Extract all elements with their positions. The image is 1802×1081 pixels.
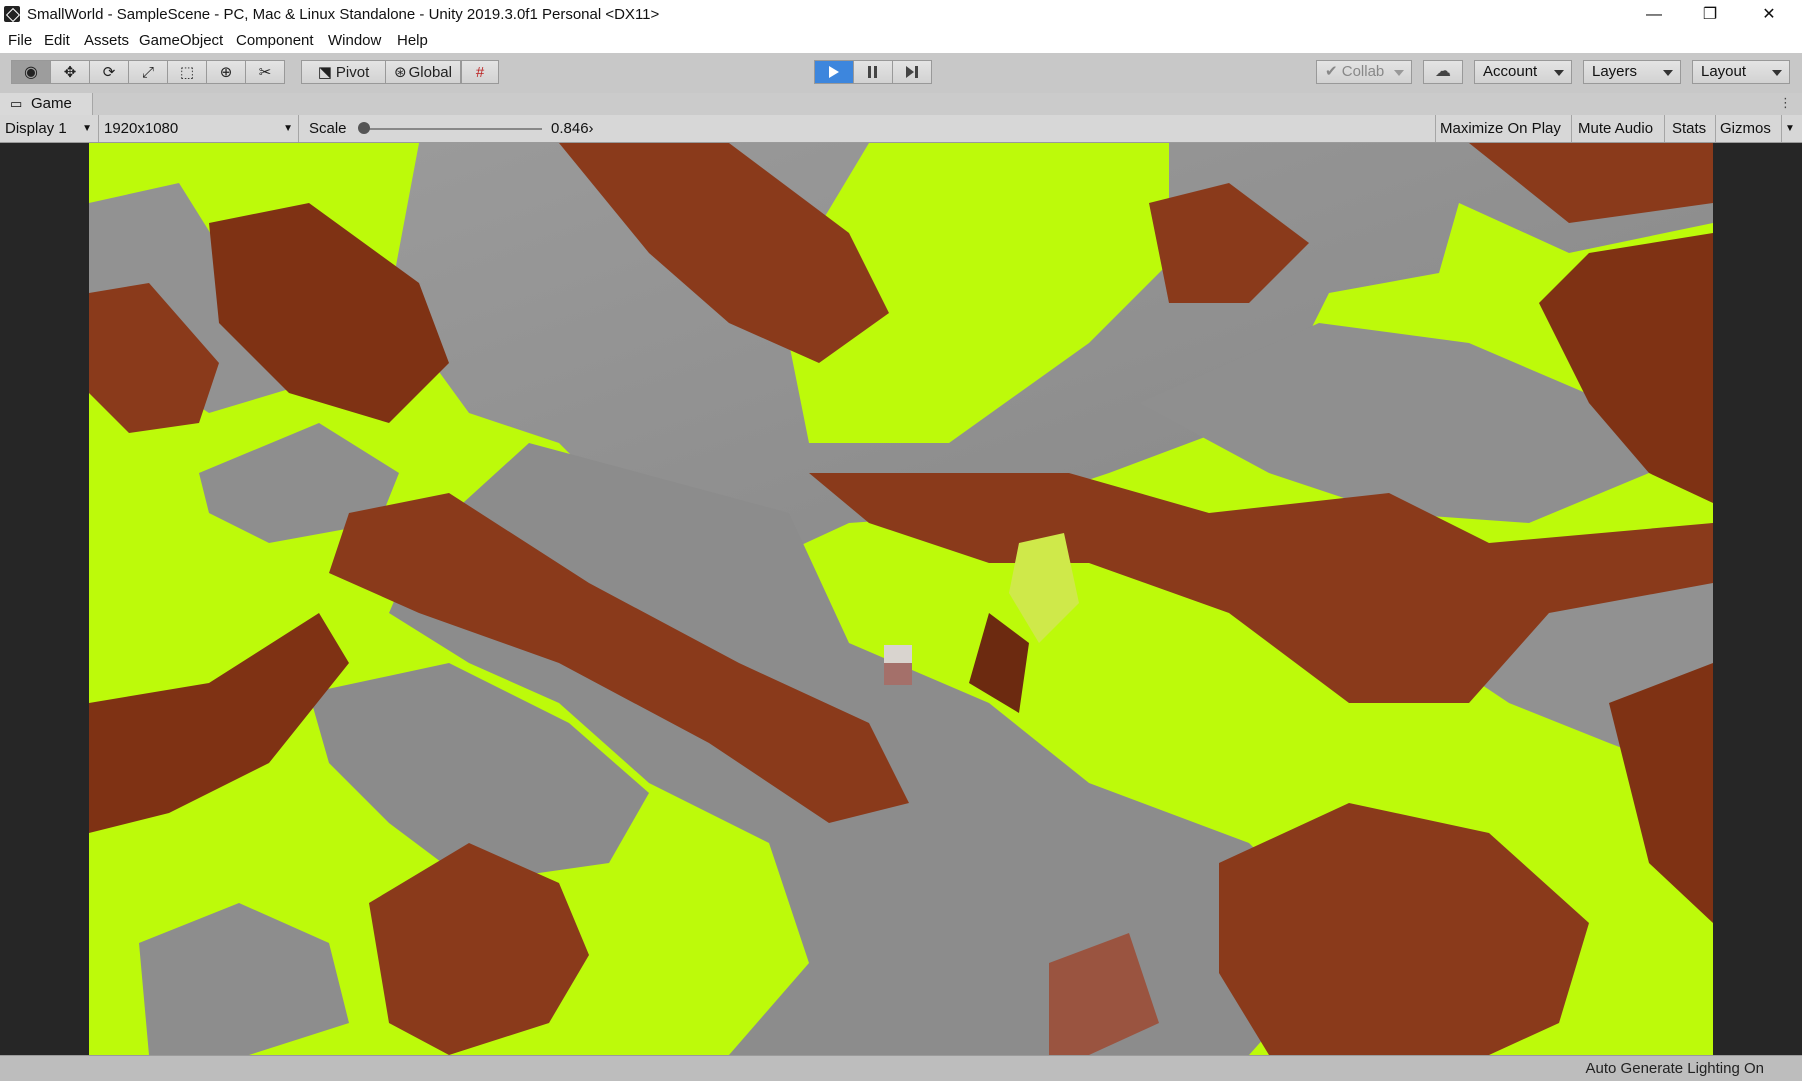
gamepad-icon: ▭ (10, 96, 23, 111)
player-cube-top (884, 645, 912, 663)
game-tab-bar: ▭ Game ⋮ (0, 93, 1802, 116)
menu-edit[interactable]: Edit (44, 32, 70, 49)
transform-tool-button[interactable]: ⊕ (206, 60, 246, 84)
play-icon (829, 66, 839, 78)
tab-game-label: Game (31, 95, 72, 112)
scale-value: 0.846› (551, 120, 594, 137)
display-label: Display 1 (5, 120, 67, 137)
step-icon (906, 66, 918, 78)
maximize-on-play-toggle[interactable]: Maximize On Play (1440, 115, 1561, 142)
terrain-render (89, 143, 1713, 1055)
scale-tool-button[interactable]: ⤢ (128, 60, 168, 84)
tools-icon: ✂ (258, 64, 272, 81)
view-tool-button[interactable]: ◉ (11, 60, 51, 84)
main-toolbar: ◉ ✥ ⟳ ⤢ ⬚ ⊕ ✂ ⬔ Pivot ⊛ Global # ✔ Colla… (0, 53, 1802, 94)
transform-tools: ◉ ✥ ⟳ ⤢ ⬚ ⊕ ✂ (11, 60, 285, 84)
move-arrows-icon: ✥ (63, 64, 77, 81)
scale-slider[interactable] (358, 122, 542, 134)
lighting-status[interactable]: Auto Generate Lighting On (1586, 1060, 1764, 1077)
chevron-down-icon: ▼ (283, 123, 293, 134)
rect-tool-button[interactable]: ⬚ (167, 60, 207, 84)
layers-dropdown[interactable]: Layers (1583, 60, 1681, 84)
globe-icon: ⊛ (394, 64, 407, 81)
minimize-button[interactable]: — (1631, 0, 1677, 29)
check-icon: ✔ (1325, 63, 1338, 80)
game-viewport[interactable] (89, 143, 1713, 1055)
snap-group: # (461, 60, 499, 84)
game-view-toolbar: Display 1 ▼ 1920x1080 ▼ Scale 0.846› Max… (0, 115, 1802, 143)
status-bar: Auto Generate Lighting On (0, 1055, 1802, 1081)
window-title: SmallWorld - SampleScene - PC, Mac & Lin… (27, 6, 660, 23)
restore-button[interactable]: ❐ (1687, 0, 1733, 29)
menu-help[interactable]: Help (397, 32, 428, 49)
step-button[interactable] (892, 60, 932, 84)
grid-snap-button[interactable]: # (461, 60, 499, 84)
menu-gameobject[interactable]: GameObject (139, 32, 223, 49)
custom-tool-button[interactable]: ✂ (245, 60, 285, 84)
rect-transform-icon: ⬚ (179, 64, 195, 81)
grid-snap-icon: # (475, 63, 485, 81)
menu-assets[interactable]: Assets (84, 32, 129, 49)
gizmos-toggle[interactable]: Gizmos (1720, 115, 1771, 142)
display-dropdown[interactable]: Display 1 ▼ (0, 115, 97, 142)
collab-dropdown[interactable]: ✔ Collab (1316, 60, 1412, 84)
scale-label: Scale (309, 120, 347, 137)
menu-window[interactable]: Window (328, 32, 381, 49)
transform-icon: ⊕ (219, 64, 233, 81)
cloud-icon: ☁ (1435, 63, 1451, 80)
collab-label: Collab (1341, 63, 1385, 80)
eye-icon: ◉ (24, 64, 38, 81)
mute-audio-toggle[interactable]: Mute Audio (1578, 115, 1653, 142)
gizmos-dropdown[interactable]: ▼ (1785, 115, 1795, 142)
move-tool-button[interactable]: ✥ (50, 60, 90, 84)
unity-logo-icon (4, 6, 20, 22)
scale-slider-thumb[interactable] (358, 122, 370, 134)
tab-menu-icon[interactable]: ⋮ (1779, 95, 1792, 111)
layers-label: Layers (1592, 63, 1638, 80)
stats-toggle[interactable]: Stats (1672, 115, 1706, 142)
cloud-button[interactable]: ☁ (1423, 60, 1463, 84)
layout-dropdown[interactable]: Layout (1692, 60, 1790, 84)
chevron-down-icon: ▼ (82, 123, 92, 134)
resolution-label: 1920x1080 (104, 120, 179, 137)
menu-file[interactable]: File (8, 32, 32, 49)
global-toggle[interactable]: ⊛ Global (385, 60, 461, 84)
pause-icon (868, 66, 877, 78)
rotate-tool-button[interactable]: ⟳ (89, 60, 129, 84)
account-dropdown[interactable]: Account (1474, 60, 1572, 84)
account-label: Account (1483, 63, 1538, 80)
scale-icon: ⤢ (141, 63, 154, 81)
play-button[interactable] (814, 60, 854, 84)
title-bar: SmallWorld - SampleScene - PC, Mac & Lin… (0, 0, 1802, 29)
menu-bar: File Edit Assets GameObject Component Wi… (0, 29, 1802, 53)
close-button[interactable]: ✕ (1746, 0, 1792, 29)
layout-label: Layout (1701, 63, 1747, 80)
pause-button[interactable] (853, 60, 893, 84)
pivot-toggle[interactable]: ⬔ Pivot (301, 60, 386, 84)
pivot-label: Pivot (335, 63, 370, 81)
pivot-global-group: ⬔ Pivot ⊛ Global (301, 60, 461, 84)
resolution-dropdown[interactable]: 1920x1080 ▼ (99, 115, 298, 142)
play-controls (814, 60, 932, 84)
rotate-icon: ⟳ (102, 64, 116, 81)
global-label: Global (408, 63, 452, 81)
player-cube-side (884, 663, 912, 685)
pivot-icon: ⬔ (317, 64, 332, 81)
tab-game[interactable]: ▭ Game (0, 93, 93, 115)
menu-component[interactable]: Component (236, 32, 314, 49)
